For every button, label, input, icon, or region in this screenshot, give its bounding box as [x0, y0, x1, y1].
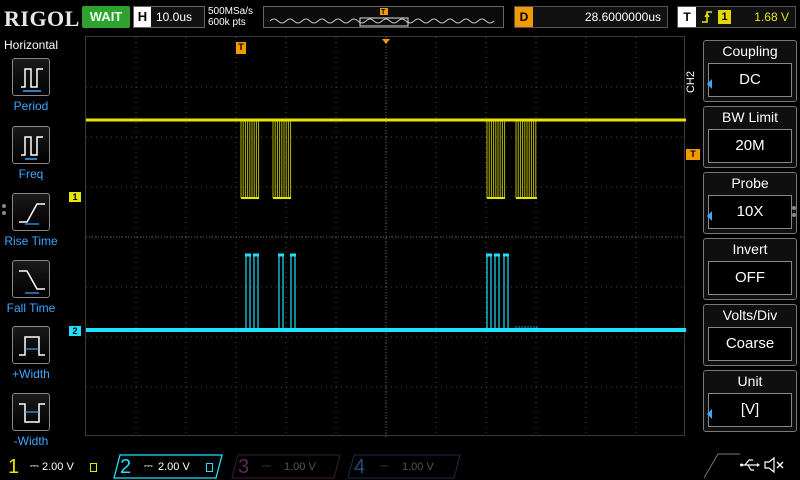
trigger-level-marker[interactable]: T [686, 149, 700, 160]
acquisition-info: 500MSa/s 600k pts [208, 6, 253, 28]
ch2-number: 2 [120, 456, 132, 478]
ch4-status[interactable]: 4 ⎓ 1.00 V [344, 454, 462, 480]
pos-width-label: +Width [12, 367, 50, 381]
ch2-status[interactable]: 2 ⎓ 2.00 V [110, 454, 224, 480]
ch1-offset-marker[interactable]: 1 [69, 192, 81, 202]
horizontal-measure-menu: Horizontal Period Freq Rise Time Fall Ti… [0, 36, 62, 450]
trigger-center-arrow [382, 39, 390, 44]
volts-div-menu-item[interactable]: Volts/Div Coarse [703, 304, 797, 366]
ch1-bw-limit-icon [90, 463, 97, 472]
probe-arrow-icon [707, 211, 712, 221]
neg-width-label: -Width [13, 434, 49, 448]
unit-title: Unit [737, 373, 763, 389]
coupling-title: Coupling [722, 43, 778, 59]
timebase-value: 10.0us [156, 10, 193, 24]
coupling-arrow-icon [707, 79, 712, 89]
pos-width-button[interactable] [12, 326, 50, 364]
channel-tag-label: CH2 [685, 70, 698, 94]
top-status-bar: RIGOL WAIT H 10.0us 500MSa/s 600k pts T … [0, 0, 800, 36]
coupling-menu-item[interactable]: Coupling DC [703, 40, 797, 102]
ch3-scale: 1.00 V [284, 461, 316, 473]
bw-limit-menu-item[interactable]: BW Limit 20M [703, 106, 797, 168]
memory-overview-bar[interactable]: T [263, 6, 504, 28]
timebase-label: H [134, 7, 151, 27]
trigger-level: 1.68 V [754, 10, 789, 24]
delay-value: 28.6000000us [584, 10, 661, 24]
rise-time-icon [19, 203, 45, 225]
menu-title: Horizontal [3, 38, 59, 52]
probe-title: Probe [731, 175, 769, 191]
trigger-readout[interactable]: T 1 1.68 V [677, 6, 796, 28]
ch4-scale: 1.00 V [402, 461, 434, 473]
trigger-position-marker[interactable]: T [236, 42, 246, 54]
volts-div-value: Coarse [708, 327, 792, 361]
rise-time-button[interactable] [12, 193, 50, 231]
memory-overview-waveform: T [269, 8, 495, 27]
neg-width-icon [19, 403, 45, 423]
left-page-indicator [2, 204, 6, 218]
freq-button[interactable] [12, 126, 50, 164]
freq-label: Freq [18, 167, 44, 181]
channel-tag: CH2 [685, 68, 702, 98]
probe-value: 10X [708, 195, 792, 229]
usb-icon [740, 459, 760, 471]
ch2-offset-marker[interactable]: 2 [69, 326, 81, 336]
fall-time-icon [19, 270, 45, 294]
freq-icon [21, 136, 43, 160]
invert-value: OFF [708, 261, 792, 295]
waveform-canvas [86, 37, 686, 437]
neg-width-button[interactable] [12, 393, 50, 431]
fall-time-button[interactable] [12, 260, 50, 298]
timebase-readout[interactable]: H 10.0us [133, 6, 205, 28]
invert-menu-item[interactable]: Invert OFF [703, 238, 797, 300]
ch2-scale: 2.00 V [158, 461, 190, 473]
ch4-number: 4 [354, 456, 366, 478]
trigger-label: T [678, 7, 696, 27]
trigger-source: 1 [718, 10, 731, 24]
coupling-value: DC [708, 63, 792, 97]
ch2-dc-coupling-icon: ⎓ [144, 460, 153, 472]
svg-text:T: T [381, 9, 386, 16]
bw-limit-title: BW Limit [722, 109, 778, 125]
rise-time-label: Rise Time [4, 234, 58, 248]
ch1-dc-coupling-icon: ⎓ [30, 460, 39, 472]
volts-div-title: Volts/Div [722, 307, 778, 323]
unit-arrow-icon [707, 409, 712, 419]
sample-rate: 500MSa/s [208, 6, 254, 17]
memory-depth: 600k pts [208, 17, 246, 28]
period-button[interactable] [12, 58, 50, 96]
channel-settings-menu: Coupling DC BW Limit 20M Probe 10X Inver… [703, 40, 797, 436]
ch1-scale: 2.00 V [42, 461, 74, 473]
pos-width-icon [19, 336, 45, 356]
fall-time-label: Fall Time [6, 301, 56, 315]
brand-logo: RIGOL [4, 6, 80, 31]
channel-status-bar: 1 ⎓ 2.00 V 2 ⎓ 2.00 V 3 ⎓ 1.00 V 4 ⎓ 1.0… [0, 454, 800, 480]
bw-limit-value: 20M [708, 129, 792, 163]
ch1-status[interactable]: 1 ⎓ 2.00 V [0, 454, 108, 480]
rising-edge-icon [702, 11, 712, 23]
ch3-dc-coupling-icon: ⎓ [262, 460, 271, 472]
delay-readout[interactable]: D 28.6000000us [514, 6, 668, 28]
ch3-number: 3 [238, 456, 250, 478]
probe-menu-item[interactable]: Probe 10X [703, 172, 797, 234]
speaker-muted-icon[interactable] [763, 456, 785, 474]
invert-title: Invert [732, 241, 768, 257]
period-icon [21, 68, 43, 92]
bottom-nav-frame [703, 453, 740, 479]
ch3-status[interactable]: 3 ⎓ 1.00 V [228, 454, 342, 480]
unit-menu-item[interactable]: Unit [V] [703, 370, 797, 432]
period-label: Period [13, 99, 49, 113]
ch4-dc-coupling-icon: ⎓ [380, 460, 389, 472]
unit-value: [V] [708, 393, 792, 427]
run-status-badge[interactable]: WAIT [82, 6, 130, 28]
waveform-display[interactable] [85, 36, 686, 437]
ch2-bw-limit-icon [206, 463, 213, 472]
right-page-indicator [792, 206, 796, 220]
ch1-number: 1 [8, 456, 20, 478]
delay-label: D [515, 7, 533, 27]
